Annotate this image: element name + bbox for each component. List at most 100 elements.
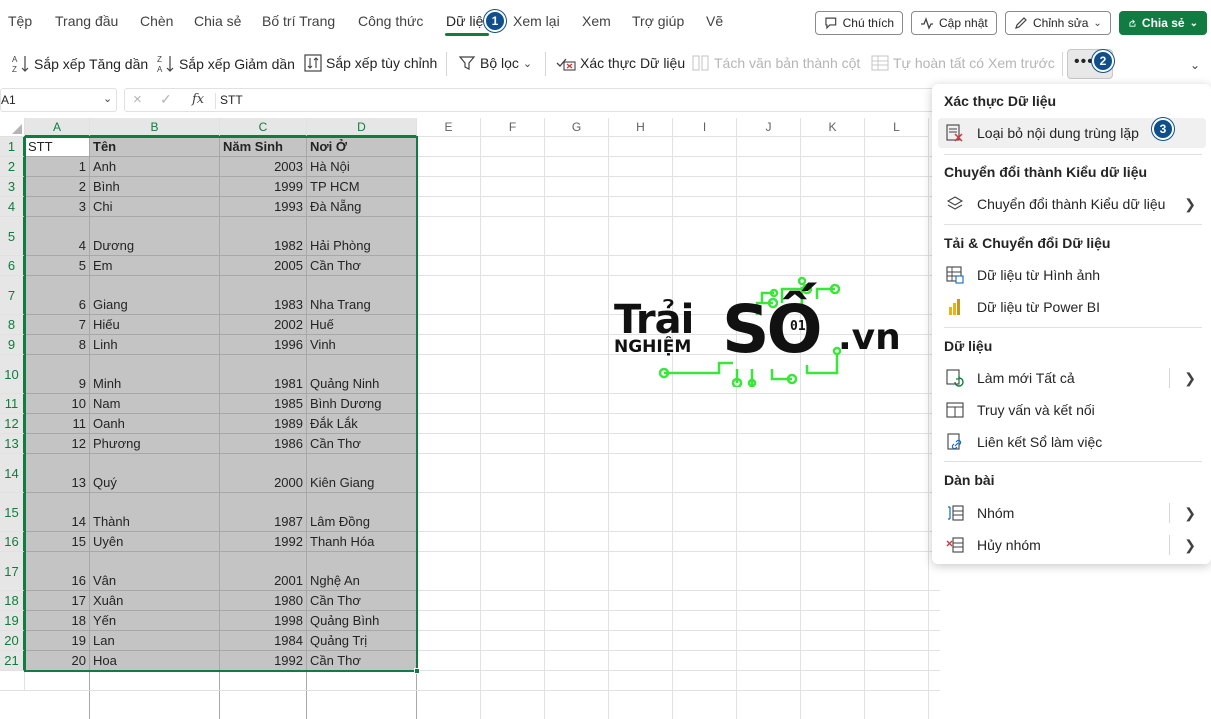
column-gridline xyxy=(608,137,609,719)
comments-button[interactable]: Chú thích xyxy=(815,11,903,35)
tab-view[interactable]: Xem xyxy=(582,13,611,29)
row-header[interactable]: 1 xyxy=(0,137,25,157)
data-types-icon xyxy=(944,193,966,215)
data-from-picture-item[interactable]: Dữ liệu từ Hình ảnh xyxy=(938,260,1206,290)
fill-handle[interactable] xyxy=(414,668,420,674)
data-validation-button[interactable]: Xác thực Dữ liệu xyxy=(556,54,685,72)
row-header[interactable]: 14 xyxy=(0,454,25,493)
row-header[interactable]: 15 xyxy=(0,493,25,532)
logo-word-nghiem: NGHIỆM xyxy=(614,337,692,357)
editing-mode-button[interactable]: Chỉnh sửa ⌄ xyxy=(1005,11,1111,35)
row-header[interactable]: 17 xyxy=(0,552,25,591)
tab-help[interactable]: Trợ giúp xyxy=(632,13,684,29)
filter-button[interactable]: Bộ lọc ⌄ xyxy=(458,54,532,72)
column-header-H[interactable]: H xyxy=(609,118,673,137)
sort-descending-button[interactable]: ZA Sắp xếp Giảm dần xyxy=(157,54,295,74)
column-header-K[interactable]: K xyxy=(801,118,865,137)
formula-input[interactable]: STT xyxy=(220,93,243,107)
row-header[interactable]: 6 xyxy=(0,256,25,276)
custom-sort-button[interactable]: Sắp xếp tùy chỉnh xyxy=(304,54,437,72)
pencil-icon xyxy=(1015,17,1027,29)
insert-function-icon[interactable]: fx xyxy=(192,92,204,107)
column-header-I[interactable]: I xyxy=(673,118,737,137)
logo-word-vn: .vn xyxy=(838,317,901,358)
row-header[interactable] xyxy=(0,671,25,691)
ribbon-collapse-chevron-icon[interactable]: ⌄ xyxy=(1190,58,1200,72)
chevron-right-icon[interactable]: ❯ xyxy=(1184,537,1196,554)
row-header[interactable]: 13 xyxy=(0,434,25,454)
tab-draw[interactable]: Vẽ xyxy=(706,13,723,29)
sort-ascending-label: Sắp xếp Tăng dần xyxy=(34,56,149,72)
name-box-value: A1 xyxy=(1,93,16,107)
row-header[interactable]: 2 xyxy=(0,157,25,177)
row-header[interactable]: 10 xyxy=(0,355,25,394)
row-header[interactable]: 9 xyxy=(0,335,25,355)
catch-up-button[interactable]: Cập nhật xyxy=(911,11,997,35)
split-divider xyxy=(1169,368,1170,388)
queries-icon xyxy=(944,399,966,421)
row-header[interactable]: 20 xyxy=(0,631,25,651)
split-divider xyxy=(1169,535,1170,555)
filter-label: Bộ lọc xyxy=(480,55,519,71)
chevron-right-icon[interactable]: ❯ xyxy=(1184,370,1196,387)
row-header[interactable]: 4 xyxy=(0,197,25,217)
queries-connections-item[interactable]: Truy vấn và kết nối xyxy=(938,395,1206,425)
row-header[interactable]: 7 xyxy=(0,276,25,315)
column-header-J[interactable]: J xyxy=(737,118,801,137)
svg-text:A: A xyxy=(157,65,163,74)
column-header-L[interactable]: L xyxy=(865,118,929,137)
tab-formulas[interactable]: Công thức xyxy=(358,13,423,29)
name-box[interactable]: A1 ⌄ xyxy=(0,88,117,112)
section-heading-data-types: Chuyển đổi thành Kiểu dữ liệu xyxy=(944,164,1148,180)
row-header[interactable]: 12 xyxy=(0,414,25,434)
chevron-down-icon: ⌄ xyxy=(1093,17,1102,29)
sort-ascending-button[interactable]: AZ Sắp xếp Tăng dần xyxy=(12,54,148,74)
checkmark-icon[interactable]: ✓ xyxy=(160,91,172,108)
workbook-links-item[interactable]: Liên kết Sổ làm việc xyxy=(938,427,1206,457)
section-heading-data: Dữ liệu xyxy=(944,338,993,354)
row-header[interactable]: 16 xyxy=(0,532,25,552)
flash-fill-button[interactable]: Tự hoàn tất có Xem trước xyxy=(871,54,1055,72)
row-header[interactable]: 3 xyxy=(0,177,25,197)
group-item[interactable]: Nhóm ❯ xyxy=(938,498,1206,528)
row-header[interactable]: 5 xyxy=(0,217,25,256)
data-from-powerbi-item[interactable]: Dữ liệu từ Power BI xyxy=(938,292,1206,322)
chevron-down-icon: ⌄ xyxy=(522,57,533,70)
text-to-columns-icon xyxy=(692,55,709,71)
column-header-G[interactable]: G xyxy=(545,118,609,137)
ungroup-label: Hủy nhóm xyxy=(977,537,1041,553)
menu-bar: Tệp Trang đầu Chèn Chia sẻ Bố trí Trang … xyxy=(0,0,1211,44)
tab-file[interactable]: Tệp xyxy=(8,13,32,29)
tab-home[interactable]: Trang đầu xyxy=(55,13,118,29)
queries-connections-label: Truy vấn và kết nối xyxy=(977,402,1095,418)
tab-share[interactable]: Chia sẻ xyxy=(194,13,241,29)
cancel-icon[interactable]: × xyxy=(133,91,142,108)
column-header-D[interactable]: D xyxy=(307,118,417,137)
group-label: Nhóm xyxy=(977,505,1015,521)
tab-review[interactable]: Xem lại xyxy=(513,13,560,29)
convert-data-types-item[interactable]: Chuyển đổi thành Kiểu dữ liệu ❯ xyxy=(938,189,1206,219)
row-header[interactable]: 18 xyxy=(0,591,25,611)
menu-divider xyxy=(944,327,1202,328)
filter-icon xyxy=(458,56,476,70)
ungroup-item[interactable]: Hủy nhóm ❯ xyxy=(938,530,1206,560)
column-header-C[interactable]: C xyxy=(220,118,307,137)
row-header[interactable]: 8 xyxy=(0,315,25,335)
row-header[interactable]: 21 xyxy=(0,651,25,671)
text-to-columns-button[interactable]: Tách văn bản thành cột xyxy=(692,54,860,72)
share-button[interactable]: Chia sẻ ⌄ xyxy=(1119,11,1207,35)
column-header-A[interactable]: A xyxy=(25,118,90,137)
spreadsheet-grid[interactable]: A B C D E F G H I J K L 1 2 3 4 5 6 7 8 9 10 11 12 13 14 15 16 17 18 1… xyxy=(0,118,940,719)
chevron-right-icon[interactable]: ❯ xyxy=(1184,505,1196,522)
row-header[interactable]: 11 xyxy=(0,394,25,414)
section-heading-outline: Dàn bài xyxy=(944,472,995,488)
tab-insert[interactable]: Chèn xyxy=(140,13,173,29)
tab-page-layout[interactable]: Bố trí Trang xyxy=(262,13,335,29)
row-header[interactable]: 19 xyxy=(0,611,25,631)
refresh-all-item[interactable]: Làm mới Tất cả ❯ xyxy=(938,363,1206,393)
data-from-powerbi-label: Dữ liệu từ Power BI xyxy=(977,299,1101,315)
column-header-F[interactable]: F xyxy=(481,118,545,137)
ribbon-divider xyxy=(545,52,546,76)
column-header-E[interactable]: E xyxy=(417,118,481,137)
column-header-B[interactable]: B xyxy=(90,118,220,137)
